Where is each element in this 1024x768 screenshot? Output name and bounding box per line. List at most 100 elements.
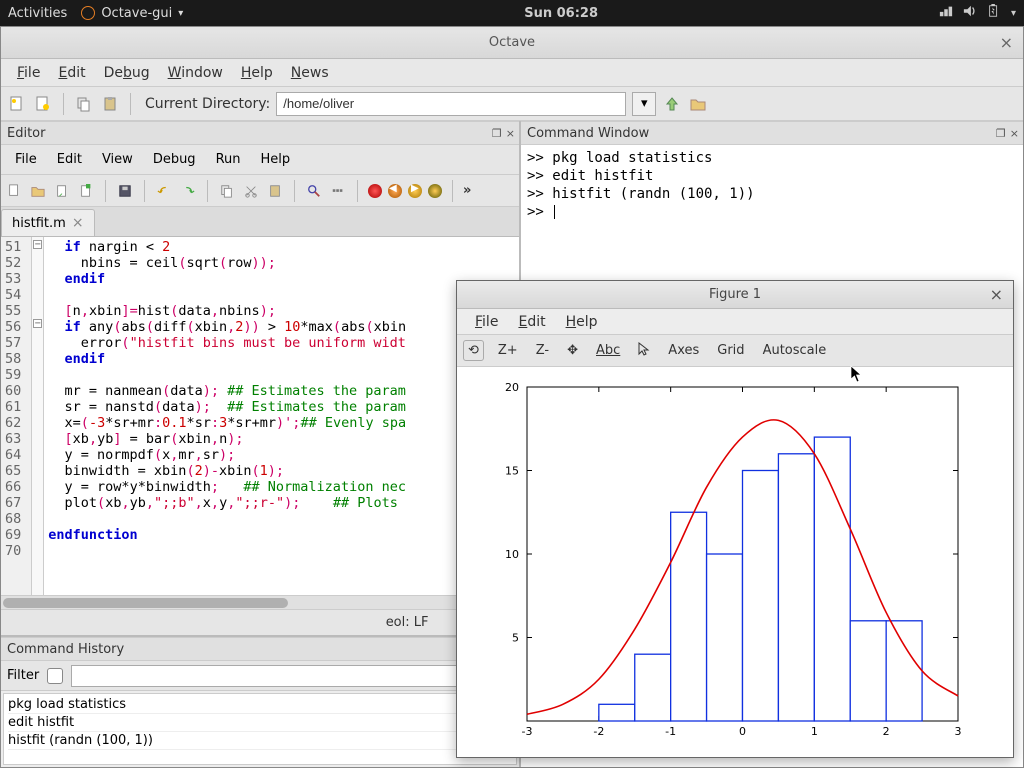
zoom-out-button[interactable]: Z- xyxy=(532,341,553,360)
tab-label: histfit.m xyxy=(12,216,66,231)
find-icon[interactable] xyxy=(305,182,323,200)
run-arrows-icon[interactable]: » xyxy=(463,183,471,198)
zoom-in-button[interactable]: Z+ xyxy=(494,341,522,360)
octave-logo-icon xyxy=(81,6,95,20)
copy2-icon[interactable] xyxy=(218,182,236,200)
new-file-icon[interactable] xyxy=(5,182,23,200)
line-gutter: 5152535455565758596061626364656667686970 xyxy=(1,237,32,595)
step-in-icon[interactable]: ▶ xyxy=(408,184,422,198)
current-dir-input[interactable] xyxy=(276,92,626,116)
octave-toolbar: Current Directory: ▾ xyxy=(1,87,1023,121)
editor-menu-help[interactable]: Help xyxy=(253,152,299,167)
network-icon[interactable] xyxy=(939,4,953,22)
svg-text:-1: -1 xyxy=(665,725,676,738)
text-cursor xyxy=(554,205,555,219)
panel-close-icon[interactable]: × xyxy=(1010,127,1019,140)
fold-box-56[interactable]: − xyxy=(33,319,42,328)
editor-statusbar: eol: LF line: 49 xyxy=(1,609,519,635)
cmdhist-title: Command History xyxy=(1,637,519,661)
breakpoint-icon[interactable] xyxy=(368,184,382,198)
fig-menu-edit[interactable]: Edit xyxy=(510,312,553,332)
octave-titlebar[interactable]: Octave × xyxy=(1,27,1023,59)
menu-window[interactable]: Window xyxy=(160,61,231,85)
history-list[interactable]: pkg load statistics edit histfit histfit… xyxy=(3,693,517,765)
copy-icon[interactable] xyxy=(74,94,94,114)
edit-doc-icon[interactable] xyxy=(77,182,95,200)
cut-icon[interactable] xyxy=(242,182,260,200)
editor-menu-view[interactable]: View xyxy=(94,152,141,167)
svg-text:0: 0 xyxy=(739,725,746,738)
open-file-icon[interactable] xyxy=(29,182,47,200)
text-tool-button[interactable]: Abc xyxy=(592,341,624,360)
filter-checkbox[interactable] xyxy=(47,668,63,684)
code-text[interactable]: if nargin < 2 nbins = ceil(sqrt(row)); e… xyxy=(44,237,410,595)
panel-undock-icon[interactable]: ❐ xyxy=(492,127,502,140)
axes-button[interactable]: Axes xyxy=(664,341,703,360)
figure-window[interactable]: Figure 1 × File Edit Help ⟲ Z+ Z- ✥ Abc … xyxy=(456,280,1014,758)
figure-menubar: File Edit Help xyxy=(457,309,1013,335)
fold-gutter: − − xyxy=(32,237,44,595)
battery-icon[interactable] xyxy=(987,4,1001,22)
system-menu-icon[interactable]: ▾ xyxy=(1011,8,1016,19)
history-item[interactable]: edit histfit xyxy=(8,714,512,732)
save-icon[interactable] xyxy=(116,182,134,200)
fold-box-51[interactable]: − xyxy=(33,240,42,249)
figure-close-icon[interactable]: × xyxy=(990,285,1003,304)
rotate-icon[interactable]: ⟲ xyxy=(463,340,484,361)
editor-menu-debug[interactable]: Debug xyxy=(145,152,204,167)
svg-text:2: 2 xyxy=(883,725,890,738)
pointer-icon[interactable] xyxy=(634,340,654,362)
activities-button[interactable]: Activities xyxy=(8,6,67,21)
new-script-icon[interactable] xyxy=(7,94,27,114)
fig-menu-help[interactable]: Help xyxy=(558,312,606,332)
run-icon[interactable] xyxy=(329,182,347,200)
figure-canvas[interactable]: 5101520-3-2-10123 xyxy=(457,367,1013,757)
history-item[interactable]: histfit (randn (100, 1)) xyxy=(8,732,512,750)
filter-input[interactable] xyxy=(71,665,513,687)
menu-edit[interactable]: Edit xyxy=(50,61,93,85)
panel-undock-icon[interactable]: ❐ xyxy=(996,127,1006,140)
editor-hscroll[interactable] xyxy=(1,595,519,609)
dir-up-icon[interactable] xyxy=(662,94,682,114)
paste2-icon[interactable] xyxy=(266,182,284,200)
tab-histfit[interactable]: histfit.m × xyxy=(1,209,95,236)
autoscale-button[interactable]: Autoscale xyxy=(759,341,831,360)
undo-icon[interactable] xyxy=(155,182,173,200)
grid-button[interactable]: Grid xyxy=(713,341,748,360)
menu-news[interactable]: News xyxy=(283,61,337,85)
edit-fn-icon[interactable] xyxy=(53,182,71,200)
close-icon[interactable]: × xyxy=(1000,33,1013,52)
editor-menubar: File Edit View Debug Run Help xyxy=(1,145,519,175)
editor-menu-edit[interactable]: Edit xyxy=(49,152,90,167)
browse-folder-icon[interactable] xyxy=(688,94,708,114)
fig-menu-file[interactable]: File xyxy=(467,312,506,332)
step-icon[interactable]: ◀ xyxy=(388,184,402,198)
figure-titlebar[interactable]: Figure 1 × xyxy=(457,281,1013,309)
panel-close-icon[interactable]: × xyxy=(506,127,515,140)
redo-icon[interactable] xyxy=(179,182,197,200)
app-menu[interactable]: Octave-gui ▾ xyxy=(81,6,183,21)
editor-toolbar: ◀ ▶ » xyxy=(1,175,519,207)
editor-menu-run[interactable]: Run xyxy=(208,152,249,167)
new-func-icon[interactable] xyxy=(33,94,53,114)
history-item[interactable]: pkg load statistics xyxy=(8,696,512,714)
pan-icon[interactable]: ✥ xyxy=(563,341,582,360)
clock[interactable]: Sun 06:28 xyxy=(183,6,939,21)
svg-text:5: 5 xyxy=(512,632,519,645)
volume-icon[interactable] xyxy=(963,4,977,22)
svg-text:15: 15 xyxy=(505,465,519,478)
code-editor[interactable]: 5152535455565758596061626364656667686970… xyxy=(1,237,519,595)
menu-help[interactable]: Help xyxy=(233,61,281,85)
octave-menubar: File Edit Debug Window Help News xyxy=(1,59,1023,87)
svg-text:20: 20 xyxy=(505,381,519,394)
tab-close-icon[interactable]: × xyxy=(72,215,84,231)
editor-menu-file[interactable]: File xyxy=(7,152,45,167)
svg-text:-3: -3 xyxy=(522,725,533,738)
paste-icon[interactable] xyxy=(100,94,120,114)
menu-debug[interactable]: Debug xyxy=(96,61,158,85)
svg-text:-2: -2 xyxy=(593,725,604,738)
dir-dropdown-icon[interactable]: ▾ xyxy=(632,92,656,116)
menu-file[interactable]: File xyxy=(9,61,48,85)
svg-text:10: 10 xyxy=(505,548,519,561)
step-out-icon[interactable] xyxy=(428,184,442,198)
